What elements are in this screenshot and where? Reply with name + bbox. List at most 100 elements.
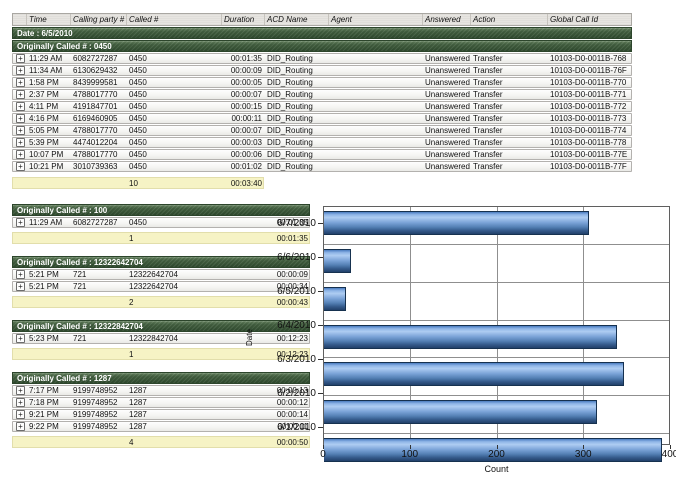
cell-time: 4:11 PM: [27, 102, 71, 111]
expand-row-button[interactable]: +: [16, 410, 25, 419]
cell-called: 1287: [127, 422, 223, 431]
chart-y-tick-label: 6/2/2010: [235, 377, 323, 411]
chart-bar[interactable]: [324, 211, 589, 235]
cell-called: 0450: [127, 218, 223, 227]
chart-plot-area: [323, 206, 670, 445]
cell-time: 4:16 PM: [27, 114, 71, 123]
cell-time: 5:21 PM: [27, 270, 71, 279]
cell-calling-party: 4474012204: [71, 138, 127, 147]
chart-x-tick-label: 0: [320, 449, 326, 460]
expand-row-button[interactable]: +: [16, 54, 25, 63]
expand-row-button[interactable]: +: [16, 78, 25, 87]
table-row: + 5:05 PM 4788017770 0450 00:00:07 DID_R…: [12, 125, 632, 136]
col-header-calling-party: Calling party #: [71, 14, 127, 25]
chart-y-tick-label: 6/7/2010: [235, 206, 323, 240]
chart-bar[interactable]: [324, 287, 346, 311]
cell-global-call-id: 10103-D0-0011B-778: [548, 138, 633, 147]
expand-row-button[interactable]: +: [16, 218, 25, 227]
plus-icon: +: [18, 104, 23, 110]
cell-time: 10:07 PM: [27, 150, 71, 159]
cell-global-call-id: 10103-D0-0011B-771: [548, 90, 633, 99]
cell-duration: 00:00:05: [222, 78, 265, 87]
expand-row-button[interactable]: +: [16, 66, 25, 75]
cell-calling-party: 9199748952: [71, 386, 127, 395]
cell-duration: 00:01:02: [222, 162, 265, 171]
cell-called: 0450: [127, 90, 222, 99]
cell-global-call-id: 10103-D0-0011B-772: [548, 102, 633, 111]
table-row: + 10:21 PM 3010739363 0450 00:01:02 DID_…: [12, 161, 632, 172]
cell-calling-party: 8439999581: [71, 78, 127, 87]
cell-calling-party: 6082727287: [71, 218, 127, 227]
col-header-global-call-id: Global Call Id: [548, 14, 633, 25]
plus-icon: +: [18, 284, 23, 290]
plus-icon: +: [18, 128, 23, 134]
cell-time: 5:05 PM: [27, 126, 71, 135]
plus-icon: +: [18, 336, 23, 342]
cell-time: 7:18 PM: [27, 398, 71, 407]
cell-global-call-id: 10103-D0-0011B-768: [548, 54, 633, 63]
expand-row-button[interactable]: +: [16, 138, 25, 147]
chart-bar[interactable]: [324, 362, 624, 386]
col-header-action: Action: [471, 14, 548, 25]
chart-y-tick-label: 6/6/2010: [235, 240, 323, 274]
expand-row-button[interactable]: +: [16, 114, 25, 123]
expand-row-button[interactable]: +: [16, 90, 25, 99]
summary-count: 10: [127, 179, 222, 188]
cell-time: 10:21 PM: [27, 162, 71, 171]
chart-x-tick-label: 100: [401, 449, 418, 460]
cell-answered: Unanswered: [423, 78, 471, 87]
chart-x-tick-label: 200: [488, 449, 505, 460]
cell-calling-party: 6169460905: [71, 114, 127, 123]
originally-called-group-header: Originally Called # : 0450: [12, 40, 632, 52]
cell-called: 12322642704: [127, 270, 223, 279]
cell-calling-party: 6082727287: [71, 54, 127, 63]
cell-acd-name: DID_Routing: [265, 150, 329, 159]
chart-x-tick-label: 400: [662, 449, 676, 460]
expand-row-button[interactable]: +: [16, 422, 25, 431]
cell-action: Transfer: [471, 138, 548, 147]
chart-bar[interactable]: [324, 249, 351, 273]
cell-called: 0450: [127, 162, 222, 171]
expand-row-button[interactable]: +: [16, 150, 25, 159]
cell-action: Transfer: [471, 114, 548, 123]
cell-calling-party: 6130629432: [71, 66, 127, 75]
cell-acd-name: DID_Routing: [265, 102, 329, 111]
expand-row-button[interactable]: +: [16, 102, 25, 111]
cell-time: 2:37 PM: [27, 90, 71, 99]
chart-bar[interactable]: [324, 325, 617, 349]
table-row: + 4:11 PM 4191847701 0450 00:00:15 DID_R…: [12, 101, 632, 112]
plus-icon: +: [18, 424, 23, 430]
cell-answered: Unanswered: [423, 90, 471, 99]
cell-acd-name: DID_Routing: [265, 114, 329, 123]
cell-answered: Unanswered: [423, 150, 471, 159]
table-row: + 2:37 PM 4788017770 0450 00:00:07 DID_R…: [12, 89, 632, 100]
expand-row-button[interactable]: +: [16, 126, 25, 135]
chart-band: [324, 325, 669, 359]
expand-row-button[interactable]: +: [16, 270, 25, 279]
chart-bar[interactable]: [324, 400, 597, 424]
plus-icon: +: [18, 272, 23, 278]
chart-band: [324, 211, 669, 245]
summary-count: 1: [127, 350, 223, 359]
cell-called: 1287: [127, 398, 223, 407]
call-report-page: { "icons": { "expand": "+" }, "colors": …: [0, 0, 676, 485]
expand-row-button[interactable]: +: [16, 398, 25, 407]
cell-called: 0450: [127, 54, 222, 63]
cell-answered: Unanswered: [423, 102, 471, 111]
cell-answered: Unanswered: [423, 138, 471, 147]
cell-time: 7:17 PM: [27, 386, 71, 395]
expand-row-button[interactable]: +: [16, 282, 25, 291]
cell-duration: 00:00:11: [222, 114, 265, 123]
cell-called: 12322842704: [127, 334, 223, 343]
chart-band: [324, 400, 669, 434]
chart-x-tick-label: 300: [575, 449, 592, 460]
cell-global-call-id: 10103-D0-0011B-77E: [548, 150, 633, 159]
col-header-answered: Answered: [423, 14, 471, 25]
cell-time: 9:22 PM: [27, 422, 71, 431]
cell-calling-party: 721: [71, 334, 127, 343]
expand-row-button[interactable]: +: [16, 386, 25, 395]
expand-row-button[interactable]: +: [16, 162, 25, 171]
plus-icon: +: [18, 68, 23, 74]
expand-row-button[interactable]: +: [16, 334, 25, 343]
cell-calling-party: 4788017770: [71, 150, 127, 159]
